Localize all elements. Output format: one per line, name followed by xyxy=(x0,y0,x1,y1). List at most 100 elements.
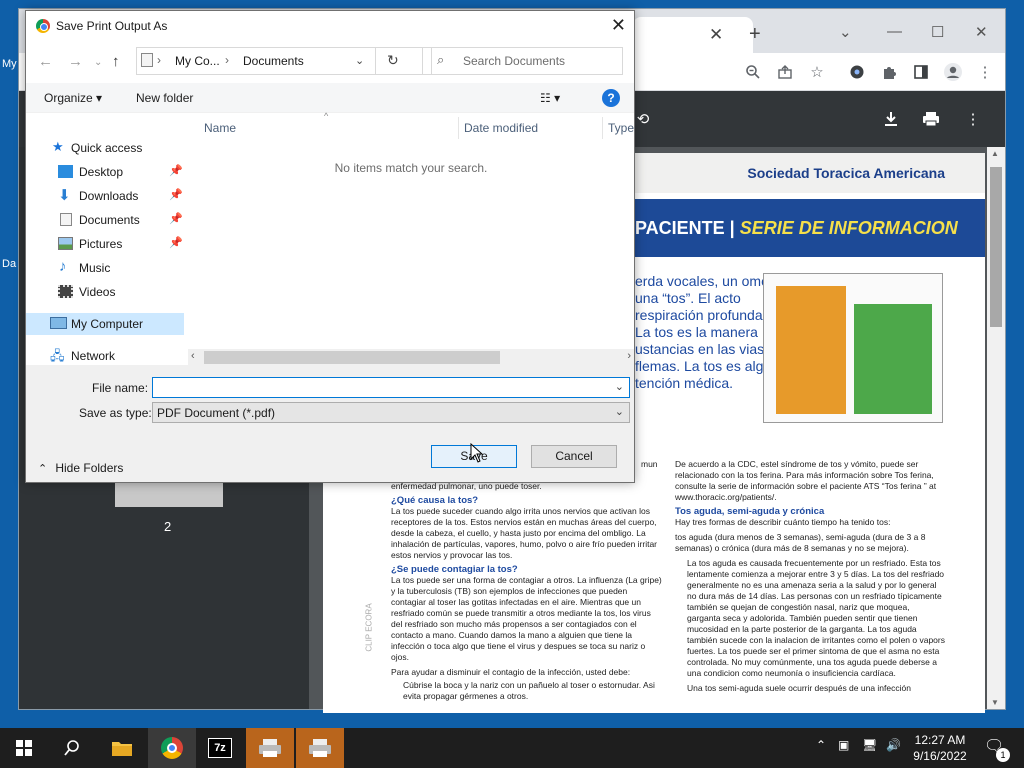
dialog-close-button[interactable]: ✕ xyxy=(611,15,626,36)
menu-icon[interactable]: ⋮ xyxy=(975,62,995,82)
download-icon[interactable] xyxy=(881,109,901,129)
zoom-icon[interactable] xyxy=(743,62,763,82)
nav-videos[interactable]: Videos xyxy=(26,281,184,303)
nav-downloads[interactable]: ⬇ Downloads 📌 xyxy=(26,185,184,207)
horizontal-scroll-thumb[interactable] xyxy=(204,351,500,364)
7zip-icon[interactable]: 7z xyxy=(196,728,244,768)
clock[interactable]: 12:27 AM 9/16/2022 xyxy=(908,732,972,764)
nav-documents[interactable]: Documents 📌 xyxy=(26,209,184,231)
scroll-right-icon[interactable]: › xyxy=(627,350,631,362)
new-folder-button[interactable]: New folder xyxy=(136,91,193,105)
back-icon[interactable]: ← xyxy=(38,53,53,70)
print-icon[interactable] xyxy=(921,109,941,129)
hide-folders-toggle[interactable]: ⌃ Hide Folders xyxy=(38,461,123,475)
videos-icon xyxy=(58,285,73,298)
search-box[interactable]: ⌕ Search Documents xyxy=(422,47,623,75)
organize-menu[interactable]: Organize ▾ xyxy=(44,91,102,105)
maximize-icon[interactable]: ☐ xyxy=(931,23,944,41)
help-icon[interactable]: ? xyxy=(602,89,620,107)
sidepanel-icon[interactable] xyxy=(911,62,931,82)
col2-p1: De acuerdo a la CDC, estel síndrome de t… xyxy=(675,459,937,502)
rotate-icon[interactable]: ⟲ xyxy=(633,109,653,129)
nav-my-computer-label: My Computer xyxy=(71,317,144,331)
recent-chevron-icon[interactable]: ⌄ xyxy=(94,57,102,68)
chevron-up-icon: ⌃ xyxy=(38,463,48,475)
scroll-down-icon[interactable]: ▼ xyxy=(991,698,999,707)
clock-date: 9/16/2022 xyxy=(913,749,967,763)
star-icon[interactable]: ☆ xyxy=(807,62,827,82)
scroll-thumb[interactable] xyxy=(990,167,1002,327)
nav-quick-access-label: Quick access xyxy=(71,141,143,155)
file-explorer-icon[interactable] xyxy=(98,728,146,768)
p3: Para ayudar a disminuir el contagio de l… xyxy=(391,667,631,677)
address-bar[interactable]: › My Co... › Documents ⌄ ↻ xyxy=(136,47,432,75)
sort-arrow-icon: ^ xyxy=(324,111,329,121)
taskbar: 7z ⌃ ▣ 🖥 🔊 12:27 AM 9/16/2022 🗨 1 xyxy=(0,728,1024,768)
breadcrumb-my-computer[interactable]: My Co... xyxy=(175,54,220,68)
more-icon[interactable]: ⋮ xyxy=(963,109,983,129)
close-icon[interactable]: ✕ xyxy=(975,23,988,41)
desktop-icon-label[interactable]: My xyxy=(2,58,17,70)
volume-icon[interactable]: 🔊 xyxy=(886,738,901,752)
dialog-title: Save Print Output As xyxy=(56,19,168,33)
address-dropdown-icon[interactable]: ⌄ xyxy=(355,54,364,67)
chevron-down-icon[interactable]: ⌄ xyxy=(839,23,852,41)
save-type-value: PDF Document (*.pdf) xyxy=(157,406,276,420)
view-options-icon[interactable]: ☷ ▾ xyxy=(540,91,560,105)
new-tab-icon[interactable]: + xyxy=(749,23,761,46)
p2: La tos puede ser una forma de contagiar … xyxy=(391,575,662,662)
tray-chevron-icon[interactable]: ⌃ xyxy=(816,738,826,752)
search-icon[interactable] xyxy=(48,728,96,768)
start-button[interactable] xyxy=(0,728,48,768)
navigation-pane: ★ Quick access Desktop 📌 ⬇ Downloads 📌 D… xyxy=(26,115,184,365)
scroll-up-icon[interactable]: ▲ xyxy=(991,149,999,158)
tray-app-icon[interactable]: ▣ xyxy=(838,738,849,752)
up-icon[interactable]: ↑ xyxy=(112,53,120,70)
save-type-label: Save as type: xyxy=(79,406,152,420)
nav-music[interactable]: ♪ Music xyxy=(26,257,184,279)
man-figure xyxy=(854,304,932,414)
mouse-cursor-icon xyxy=(470,443,484,463)
nav-my-computer[interactable]: My Computer xyxy=(26,313,184,335)
column-date-modified[interactable]: Date modified xyxy=(464,121,538,135)
extension-icon[interactable] xyxy=(847,62,867,82)
puzzle-icon[interactable] xyxy=(879,62,899,82)
chevron-down-icon[interactable]: ⌄ xyxy=(615,380,624,393)
side-text: CLIP ECORA xyxy=(364,603,374,652)
desktop-icon-label[interactable]: Da xyxy=(2,258,16,270)
pdf-scrollbar[interactable]: ▲ ▼ xyxy=(987,147,1005,709)
active-tab[interactable] xyxy=(633,17,753,53)
printer-app-icon[interactable] xyxy=(246,728,294,768)
pin-icon: 📌 xyxy=(169,213,183,225)
col2-p2: Hay tres formas de describir cuánto tiem… xyxy=(675,517,891,527)
printer-app-icon-2[interactable] xyxy=(296,728,344,768)
file-name-input[interactable]: ⌄ xyxy=(152,377,630,398)
nav-network[interactable]: 🖧 Network xyxy=(26,345,184,367)
forward-icon[interactable]: → xyxy=(68,53,83,70)
column-name[interactable]: Name xyxy=(204,121,236,135)
nav-documents-label: Documents xyxy=(79,213,140,227)
column-type[interactable]: Type xyxy=(608,121,634,135)
cancel-button[interactable]: Cancel xyxy=(531,445,617,468)
scroll-left-icon[interactable]: ‹ xyxy=(191,350,195,362)
breadcrumb-documents[interactable]: Documents xyxy=(243,54,304,68)
chrome-app-icon[interactable] xyxy=(148,728,196,768)
chevron-down-icon[interactable]: ⌄ xyxy=(615,405,624,418)
network-tray-icon[interactable]: 🖥 xyxy=(862,738,877,752)
refresh-icon[interactable]: ↻ xyxy=(387,52,399,69)
minimize-icon[interactable]: — xyxy=(887,23,902,40)
nav-desktop[interactable]: Desktop 📌 xyxy=(26,161,184,183)
hide-folders-label: Hide Folders xyxy=(55,461,124,475)
nav-quick-access[interactable]: ★ Quick access xyxy=(26,137,184,159)
tab-close-icon[interactable]: ✕ xyxy=(709,25,723,45)
share-icon[interactable] xyxy=(775,62,795,82)
profile-icon[interactable] xyxy=(943,62,963,82)
nav-music-label: Music xyxy=(79,261,111,275)
nav-pictures[interactable]: Pictures 📌 xyxy=(26,233,184,255)
save-type-select[interactable]: PDF Document (*.pdf) ⌄ xyxy=(152,402,630,423)
woman-figure xyxy=(776,286,846,414)
col2-bullet-2: Una tos semi-aguda suele ocurrir después… xyxy=(687,683,911,693)
horizontal-scrollbar[interactable]: ‹ › xyxy=(188,349,634,366)
page-thumbnail[interactable] xyxy=(115,479,223,507)
nav-downloads-label: Downloads xyxy=(79,189,139,203)
